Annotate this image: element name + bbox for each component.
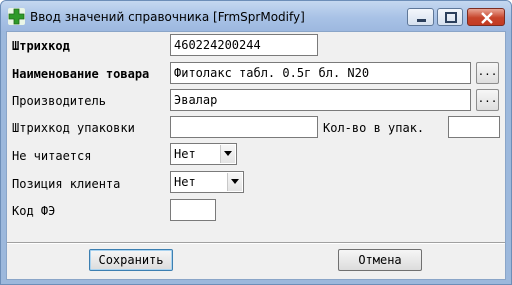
unreadable-value: Нет: [174, 147, 196, 161]
qty-in-package-label: Кол-во в упак.: [323, 121, 425, 135]
form-area: Штрихкод 460224200244 Наименование товар…: [6, 31, 506, 280]
unreadable-label: Не читается: [12, 149, 92, 163]
product-name-label: Наименование товара: [12, 67, 150, 81]
barcode-label: Штрихкод: [12, 39, 70, 53]
unreadable-select[interactable]: Нет: [170, 143, 237, 165]
chevron-down-icon: [224, 151, 232, 156]
client-position-select[interactable]: Нет: [170, 171, 244, 193]
window-title: Ввод значений справочника [FrmSprModify]: [30, 10, 305, 24]
barcode-input[interactable]: 460224200244: [170, 34, 318, 56]
title-bar[interactable]: Ввод значений справочника [FrmSprModify]: [1, 1, 511, 31]
manufacturer-browse-button[interactable]: ...: [476, 89, 499, 111]
cancel-button[interactable]: Отмена: [338, 249, 422, 271]
package-barcode-input[interactable]: [170, 116, 318, 138]
client-position-value: Нет: [174, 175, 196, 189]
dialog-window: Ввод значений справочника [FrmSprModify]…: [0, 0, 512, 285]
product-name-input[interactable]: Фитолакс табл. 0.5г бл. N20: [170, 62, 471, 84]
manufacturer-label: Производитель: [12, 94, 106, 108]
minimize-button[interactable]: [407, 8, 434, 26]
fe-code-label: Код ФЭ: [12, 204, 56, 218]
manufacturer-input[interactable]: Эвалар: [170, 89, 471, 111]
maximize-button[interactable]: [437, 8, 463, 26]
qty-in-package-input[interactable]: [448, 116, 500, 138]
client-position-dropdown-button[interactable]: [227, 173, 242, 191]
green-cross-icon: [8, 8, 25, 25]
close-icon: [481, 12, 493, 24]
unreadable-dropdown-button[interactable]: [220, 145, 235, 163]
close-button[interactable]: [467, 8, 505, 26]
product-browse-button[interactable]: ...: [476, 62, 499, 84]
save-button[interactable]: Сохранить: [89, 249, 173, 271]
maximize-icon: [445, 12, 457, 23]
fe-code-input[interactable]: [170, 199, 216, 221]
minimize-icon: [417, 19, 426, 22]
package-barcode-label: Штрихкод упаковки: [12, 121, 135, 135]
footer-divider: [7, 242, 505, 244]
client-position-label: Позиция клиента: [12, 177, 121, 191]
chevron-down-icon: [231, 179, 239, 184]
